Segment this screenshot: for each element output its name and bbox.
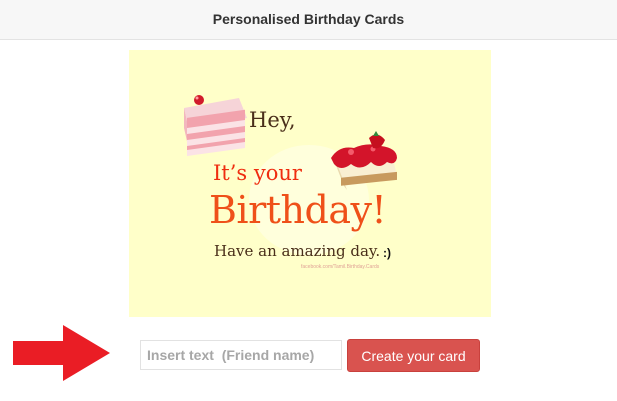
card-greeting-hey: Hey, xyxy=(249,108,296,132)
card-smiley: :) xyxy=(383,246,391,260)
page-header: Personalised Birthday Cards xyxy=(0,0,617,40)
friend-name-input[interactable] xyxy=(140,340,342,370)
create-card-button[interactable]: Create your card xyxy=(347,339,480,372)
cake-slice-left-icon xyxy=(184,95,247,156)
birthday-card-preview: Hey, It’s your Birthday! Have an amazing… xyxy=(129,50,491,317)
card-greeting-birthday: Birthday! xyxy=(209,188,387,232)
card-illustration xyxy=(184,95,397,255)
card-watermark: facebook.com/Tamil.Birthday.Cards xyxy=(301,264,380,270)
red-arrow-icon xyxy=(13,325,110,381)
page-title: Personalised Birthday Cards xyxy=(212,11,405,27)
card-greeting-message: Have an amazing day. xyxy=(214,242,381,260)
card-greeting-its-your: It’s your xyxy=(213,161,302,185)
